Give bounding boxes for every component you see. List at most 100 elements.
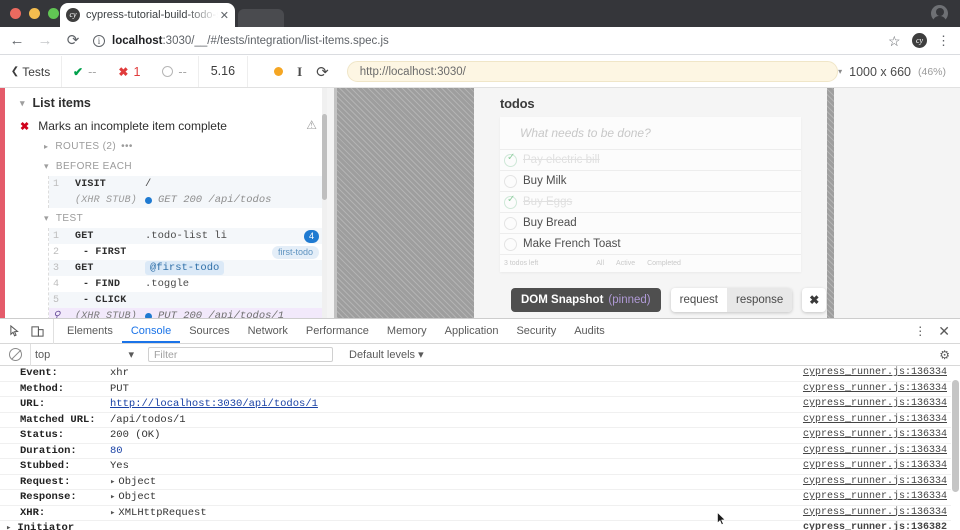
toggle-checkbox-icon[interactable] — [504, 152, 517, 167]
source-link[interactable]: cypress_runner.js:136334 — [803, 429, 947, 440]
chevron-right-icon[interactable]: ▸ — [6, 523, 11, 530]
site-info-icon[interactable]: i — [93, 34, 105, 47]
tab-performance[interactable]: Performance — [297, 319, 378, 343]
chevron-right-icon[interactable]: ▸ — [110, 492, 115, 502]
tab-audits[interactable]: Audits — [565, 319, 614, 343]
list-item[interactable]: Make French Toast — [500, 234, 801, 255]
console-row[interactable]: Request: ▸ Object cypress_runner.js:13633… — [0, 475, 960, 490]
next-step-icon[interactable]: I — [297, 64, 302, 80]
console-row[interactable]: URL: http://localhost:3030/api/todos/1 c… — [0, 397, 960, 413]
source-link[interactable]: cypress_runner.js:136334 — [803, 491, 947, 502]
chevron-right-icon[interactable]: ▸ — [44, 142, 48, 151]
chevron-down-icon[interactable]: ▾ — [44, 213, 49, 224]
new-todo-input[interactable]: What needs to be done? — [500, 117, 801, 150]
before-each-group-header[interactable]: ▾ BEFORE EACH — [14, 156, 327, 176]
xhr-stub-row[interactable]: (XHR STUB) GET 200 /api/todos — [49, 192, 327, 208]
bookmark-star-icon[interactable]: ☆ — [888, 34, 902, 48]
test-row[interactable]: ✖ Marks an incomplete item complete ⚠ — [14, 116, 327, 136]
clear-console-icon[interactable] — [9, 348, 22, 361]
dom-snapshot-pill[interactable]: DOM Snapshot (pinned) — [511, 288, 661, 312]
log-levels-dropdown[interactable]: Default levels ▾ — [349, 348, 424, 361]
close-icon[interactable]: ✖ — [802, 288, 827, 312]
tab-memory[interactable]: Memory — [378, 319, 436, 343]
inspect-element-icon[interactable] — [9, 324, 22, 338]
test-group-header[interactable]: ▾ TEST — [14, 208, 327, 228]
command-row[interactable]: 3 GET @first-todo — [49, 260, 327, 276]
toggle-checkbox-icon[interactable] — [504, 216, 517, 230]
list-item[interactable]: Buy Milk — [500, 171, 801, 192]
tab-security[interactable]: Security — [507, 319, 565, 343]
tab-network[interactable]: Network — [239, 319, 297, 343]
toggle-checkbox-icon[interactable] — [504, 174, 517, 188]
tab-console[interactable]: Console — [121, 319, 181, 343]
reload-button[interactable]: ⟳ — [62, 30, 84, 52]
routes-group-header[interactable]: ▸ ROUTES (2) ••• — [14, 136, 327, 156]
maximize-window-button[interactable] — [48, 8, 59, 19]
app-url-bar[interactable]: http://localhost:3030/ — [346, 61, 839, 82]
filter-input[interactable]: Filter — [148, 347, 333, 362]
chevron-right-icon[interactable]: ▸ — [110, 508, 115, 518]
filter-all[interactable]: All — [596, 260, 604, 267]
command-row[interactable]: 1 VISIT / — [49, 176, 327, 192]
console-row[interactable]: Event: xhr cypress_runner.js:136334 — [0, 366, 960, 382]
back-button[interactable]: ← — [6, 30, 28, 52]
xhr-stub-row-pinned[interactable]: ⚲ (XHR STUB) PUT 200 /api/todos/1 — [49, 308, 327, 318]
suite-row[interactable]: ▾ List items — [14, 88, 327, 116]
devtools-menu-icon[interactable]: ⋮ — [914, 325, 926, 337]
chevron-down-icon[interactable]: ▾ — [838, 67, 842, 76]
tab-elements[interactable]: Elements — [58, 319, 122, 343]
device-toolbar-icon[interactable] — [31, 325, 44, 338]
source-link[interactable]: cypress_runner.js:136334 — [803, 507, 947, 518]
toggle-checkbox-icon[interactable] — [504, 194, 517, 209]
context-selector[interactable]: top ▾ — [30, 343, 140, 366]
console-row[interactable]: XHR: ▸ XMLHttpRequest cypress_runner.js:1… — [0, 506, 960, 521]
source-link[interactable]: cypress_runner.js:136334 — [803, 476, 947, 487]
restart-tests-icon[interactable]: ⟳ — [316, 63, 329, 81]
console-row[interactable]: Duration: 80 cypress_runner.js:136334 — [0, 444, 960, 459]
gear-icon[interactable]: ⚙ — [939, 348, 950, 362]
address-bar[interactable]: i localhost :3030/__/#/tests/integration… — [93, 31, 880, 51]
tab-application[interactable]: Application — [436, 319, 508, 343]
scrollbar-thumb[interactable] — [952, 380, 959, 492]
filter-completed[interactable]: Completed — [647, 260, 681, 267]
source-link[interactable]: cypress_runner.js:136334 — [803, 445, 947, 456]
console-scrollbar[interactable] — [951, 366, 960, 530]
app-iframe[interactable]: todos What needs to be done? Pay electri… — [474, 88, 827, 318]
console-row[interactable]: Stubbed: Yes cypress_runner.js:136334 — [0, 459, 960, 475]
console-row[interactable]: Response: ▸ Object cypress_runner.js:1363… — [0, 490, 960, 506]
source-link[interactable]: cypress_runner.js:136334 — [803, 367, 947, 378]
console-row-value[interactable]: http://localhost:3030/api/todos/1 — [110, 398, 318, 410]
command-row[interactable]: 1 GET .todo-list li 4 — [49, 228, 327, 244]
close-window-button[interactable] — [10, 8, 21, 19]
source-link[interactable]: cypress_runner.js:136334 — [803, 460, 947, 471]
list-item[interactable]: Pay electric bill — [500, 150, 801, 171]
console-row-initiator[interactable]: ▸ Initiator cypress_runner.js:136382 — [0, 521, 960, 530]
avatar[interactable] — [931, 5, 948, 24]
warning-icon[interactable]: ⚠ — [306, 118, 317, 132]
console-row[interactable]: Matched URL: /api/todos/1 cypress_runner… — [0, 413, 960, 428]
snapshot-response-button[interactable]: response — [726, 288, 793, 312]
cypress-extension-icon[interactable]: cy — [912, 33, 927, 48]
filter-active[interactable]: Active — [616, 260, 635, 267]
close-icon[interactable]: ✕ — [220, 9, 229, 22]
source-link[interactable]: cypress_runner.js:136334 — [803, 414, 947, 425]
chevron-down-icon[interactable]: ▾ — [20, 98, 25, 109]
snapshot-request-button[interactable]: request — [671, 288, 727, 312]
console-row[interactable]: Status: 200 (OK) cypress_runner.js:13633… — [0, 428, 960, 444]
close-icon[interactable]: ✕ — [938, 324, 950, 338]
viewport-info[interactable]: ▾ 1000 x 660 (46%) — [838, 65, 960, 79]
source-link[interactable]: cypress_runner.js:136334 — [803, 398, 947, 409]
list-item[interactable]: Buy Eggs — [500, 192, 801, 213]
chevron-right-icon[interactable]: ▸ — [110, 477, 115, 487]
browser-tab-active[interactable]: cy cypress-tutorial-build-todo-st ✕ — [60, 3, 235, 27]
toggle-checkbox-icon[interactable] — [504, 237, 517, 251]
pause-icon[interactable] — [274, 67, 284, 76]
browser-tab-inactive[interactable] — [238, 9, 284, 27]
command-row[interactable]: 2 - FIRST first-todo — [49, 244, 327, 260]
back-to-tests-button[interactable]: ❮ Tests — [0, 56, 62, 87]
command-row[interactable]: 5 - CLICK — [49, 292, 327, 308]
minimize-window-button[interactable] — [29, 8, 40, 19]
list-item[interactable]: Buy Bread — [500, 213, 801, 234]
source-link[interactable]: cypress_runner.js:136382 — [803, 522, 947, 530]
forward-button[interactable]: → — [34, 30, 56, 52]
